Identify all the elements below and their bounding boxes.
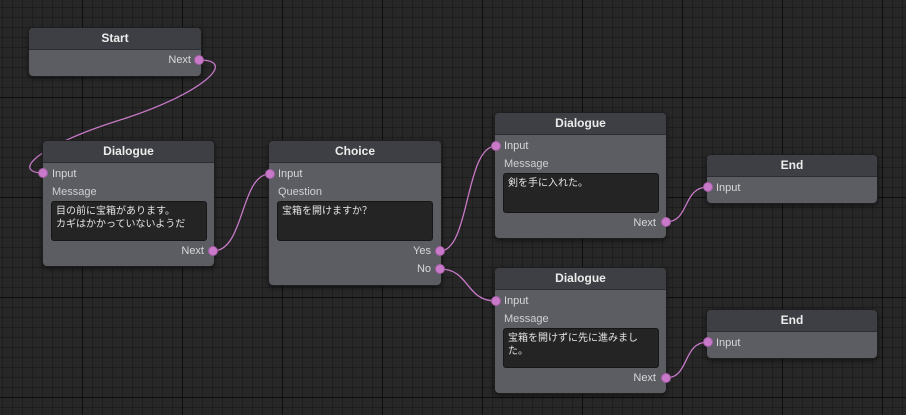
choice-yes-port[interactable] [435, 246, 445, 256]
choice-no-port[interactable] [435, 264, 445, 274]
next-port-label: Next [181, 245, 204, 257]
node-title: End [707, 155, 877, 177]
node-title: Start [29, 28, 201, 50]
input-port-label: Input [278, 168, 303, 180]
message-label: Message [504, 313, 549, 325]
message-label: Message [52, 186, 97, 198]
dialogue3-input-port[interactable] [491, 296, 501, 306]
input-port-label: Input [716, 337, 741, 349]
node-title: Dialogue [495, 113, 666, 135]
wire-dialogue1-to-choice[interactable] [212, 173, 271, 252]
question-label: Question [278, 186, 323, 198]
next-port-label: Next [168, 54, 191, 66]
choice-input-port[interactable] [265, 169, 275, 179]
wire-dialogue2-to-end1[interactable] [665, 186, 709, 223]
dialogue-node-2[interactable]: Dialogue Input Message 剣を手に入れた。 Next [494, 112, 667, 239]
end1-input-port[interactable] [703, 182, 713, 192]
dialogue3-next-port[interactable] [661, 373, 671, 383]
start-next-port[interactable] [194, 55, 204, 65]
message-textarea[interactable]: 目の前に宝箱があります。 カギはかかっていないようだ [51, 201, 207, 241]
dialogue1-input-port[interactable] [38, 168, 48, 178]
message-label: Message [504, 158, 549, 170]
input-port-label: Input [504, 140, 529, 152]
yes-port-label: Yes [413, 245, 431, 257]
wire-choice-no-to-dialogue3[interactable] [439, 268, 497, 302]
input-port-label: Input [504, 295, 529, 307]
question-textarea[interactable]: 宝箱を開けますか？ [277, 201, 433, 241]
wire-dialogue3-to-end2[interactable] [665, 341, 709, 379]
message-textarea[interactable]: 剣を手に入れた。 [503, 173, 659, 213]
dialogue2-next-port[interactable] [661, 217, 671, 227]
node-title: Dialogue [43, 141, 214, 163]
next-port-label: Next [633, 217, 656, 229]
input-port-label: Input [52, 168, 77, 180]
node-title: Dialogue [495, 268, 666, 290]
message-textarea[interactable]: 宝箱を開けずに先に進みました。 [503, 328, 659, 368]
start-node[interactable]: Start Next [28, 27, 202, 77]
end-node-1[interactable]: End Input [706, 154, 878, 204]
node-title: Choice [269, 141, 441, 163]
end2-input-port[interactable] [703, 337, 713, 347]
dialogue-node-1[interactable]: Dialogue Input Message 目の前に宝箱があります。 カギはか… [42, 140, 215, 267]
choice-node[interactable]: Choice Input Question 宝箱を開けますか？ Yes No [268, 140, 442, 286]
dialogue1-next-port[interactable] [208, 246, 218, 256]
input-port-label: Input [716, 182, 741, 194]
next-port-label: Next [633, 372, 656, 384]
wire-choice-yes-to-dialogue2[interactable] [439, 145, 497, 252]
dialogue-node-3[interactable]: Dialogue Input Message 宝箱を開けずに先に進みました。 N… [494, 267, 667, 394]
dialogue2-input-port[interactable] [491, 141, 501, 151]
no-port-label: No [416, 263, 431, 275]
end-node-2[interactable]: End Input [706, 309, 878, 359]
node-title: End [707, 310, 877, 332]
